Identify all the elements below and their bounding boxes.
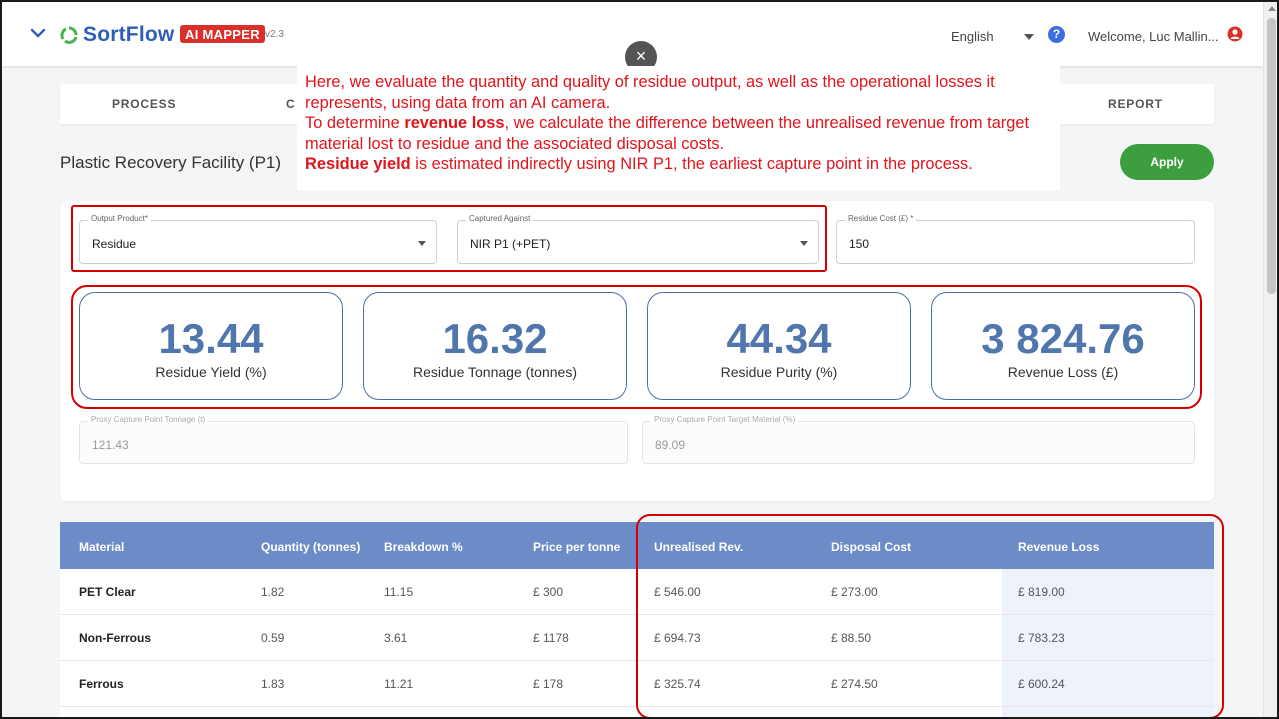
tooltip-line: To determine revenue loss, we calculate … [305, 113, 1052, 154]
recycle-logo-icon [60, 26, 78, 44]
metric-value: 44.34 [726, 315, 832, 362]
unrealised-cell: £ 325.74 [654, 677, 701, 691]
apply-button[interactable]: Apply [1120, 144, 1214, 180]
metric-value: 13.44 [158, 315, 264, 362]
field-value: 121.43 [92, 438, 129, 452]
tooltip-line: Residue yield is estimated indirectly us… [305, 154, 1052, 175]
help-icon[interactable]: ? [1048, 26, 1065, 43]
price-cell: £ 178 [533, 677, 564, 691]
metric-label: Revenue Loss (£) [1007, 364, 1119, 380]
metric-residue-purity: 44.34 Residue Purity (%) [647, 292, 911, 400]
field-value[interactable]: 150 [849, 237, 869, 251]
metric-residue-tonnage: 16.32 Residue Tonnage (tonnes) [363, 292, 627, 400]
table-row[interactable] [60, 707, 1214, 717]
metric-label: Residue Tonnage (tonnes) [413, 364, 577, 380]
disposal-cell: £ 88.50 [831, 631, 872, 645]
breakdown-cell: 11.15 [384, 585, 414, 599]
field-label: Captured Against [466, 214, 534, 223]
field-value: Residue [92, 237, 137, 251]
table-row[interactable]: Ferrous 1.83 11.21 £ 178 £ 325.74 £ 274.… [60, 661, 1214, 707]
price-cell: £ 300 [533, 585, 564, 599]
table-row[interactable]: PET Clear 1.82 11.15 £ 300 £ 546.00 £ 27… [60, 569, 1214, 615]
tooltip-emphasis: revenue loss [404, 114, 505, 132]
tab-c[interactable]: C [286, 97, 295, 111]
metric-revenue-loss: 3 824.76 Revenue Loss (£) [931, 292, 1195, 400]
column-header[interactable]: Revenue Loss [1018, 540, 1099, 554]
chevron-down-icon[interactable] [30, 27, 46, 39]
product-badge: AI MAPPER [180, 25, 265, 43]
field-value: 89.09 [655, 438, 686, 452]
language-select[interactable]: English [951, 29, 994, 44]
tooltip-text: To determine [305, 114, 405, 132]
table-row[interactable]: Non-Ferrous 0.59 3.61 £ 1178 £ 694.73 £ … [60, 615, 1214, 661]
metric-label: Residue Yield (%) [155, 364, 267, 380]
tooltip-emphasis: Residue yield [305, 155, 411, 173]
field-label: Proxy Capture Point Target Material (%) [651, 415, 799, 424]
metric-value: 16.32 [442, 315, 548, 362]
unrealised-cell: £ 694.73 [654, 631, 701, 645]
table-header: Material Quantity (tonnes) Breakdown % P… [60, 522, 1214, 569]
tab-report[interactable]: REPORT [1108, 97, 1163, 111]
metric-residue-yield: 13.44 Residue Yield (%) [79, 292, 343, 400]
scroll-up-icon[interactable] [1268, 6, 1276, 11]
vertical-scrollbar[interactable] [1263, 2, 1277, 717]
column-header[interactable]: Quantity (tonnes) [261, 540, 360, 554]
material-cell: Non-Ferrous [79, 631, 151, 645]
material-cell: PET Clear [79, 585, 136, 599]
price-cell: £ 1178 [533, 631, 569, 645]
tab-process[interactable]: PROCESS [112, 97, 176, 111]
tooltip-text: is estimated indirectly using NIR P1, th… [410, 155, 973, 173]
welcome-user[interactable]: Welcome, Luc Mallin... [1088, 29, 1219, 44]
dropdown-caret-icon[interactable] [418, 241, 426, 246]
breakdown-cell: 11.21 [384, 677, 414, 691]
dropdown-caret-icon[interactable] [800, 241, 808, 246]
metric-value: 3 824.76 [981, 315, 1145, 362]
captured-against-select[interactable]: Captured Against NIR P1 (+PET) [457, 214, 819, 264]
column-header[interactable]: Unrealised Rev. [654, 540, 743, 554]
tooltip-line: Here, we evaluate the quantity and quali… [305, 73, 995, 112]
proxy-target-field: Proxy Capture Point Target Material (%) … [642, 415, 1195, 464]
user-icon[interactable] [1227, 26, 1243, 42]
field-label: Residue Cost (£) * [845, 214, 917, 223]
metric-label: Residue Purity (%) [720, 364, 838, 380]
proxy-tonnage-field: Proxy Capture Point Tonnage (t) 121.43 [79, 415, 628, 464]
breakdown-cell: 3.61 [384, 631, 408, 645]
materials-table: Material Quantity (tonnes) Breakdown % P… [60, 522, 1214, 717]
revenue-loss-cell: £ 819.00 [1018, 585, 1065, 599]
revenue-loss-cell: £ 600.24 [1018, 677, 1065, 691]
column-header[interactable]: Material [79, 540, 124, 554]
explanation-tooltip: Here, we evaluate the quantity and quali… [297, 66, 1060, 190]
column-header[interactable]: Disposal Cost [831, 540, 911, 554]
quantity-cell: 0.59 [261, 631, 285, 645]
field-value: NIR P1 (+PET) [470, 237, 551, 251]
version-label: v2.3 [265, 29, 284, 40]
revenue-loss-cell: £ 783.23 [1018, 631, 1065, 645]
brand-name: SortFlow [83, 23, 175, 46]
column-header[interactable]: Breakdown % [384, 540, 463, 554]
dropdown-caret-icon[interactable] [1024, 34, 1034, 40]
page-title: Plastic Recovery Facility (P1) [60, 153, 282, 172]
output-product-select[interactable]: Output Product* Residue [79, 214, 437, 264]
column-header[interactable]: Price per tonne [533, 540, 620, 554]
quantity-cell: 1.82 [261, 585, 285, 599]
field-label: Proxy Capture Point Tonnage (t) [88, 415, 209, 424]
highlighted-cell [1002, 707, 1214, 717]
app-frame: SortFlow AI MAPPER v2.3 English ? Welcom… [0, 0, 1279, 719]
disposal-cell: £ 274.50 [831, 677, 878, 691]
scroll-thumb[interactable] [1267, 18, 1276, 294]
residue-cost-input[interactable]: Residue Cost (£) * 150 [836, 214, 1195, 264]
material-cell: Ferrous [79, 677, 124, 691]
disposal-cell: £ 273.00 [831, 585, 878, 599]
field-label: Output Product* [88, 214, 151, 223]
unrealised-cell: £ 546.00 [654, 585, 701, 599]
quantity-cell: 1.83 [261, 677, 285, 691]
